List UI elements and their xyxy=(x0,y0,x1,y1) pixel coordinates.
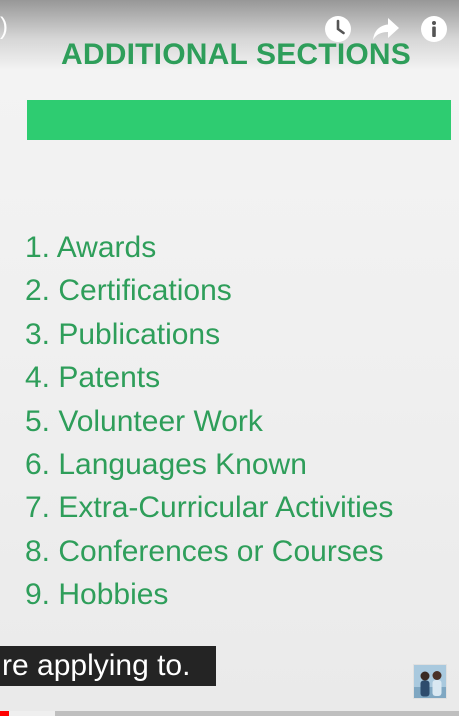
slide-title: ADDITIONAL SECTIONS xyxy=(61,38,411,71)
section-list-item: 5. Volunteer Work xyxy=(25,404,263,438)
section-list-item: 7. Extra-Curricular Activities xyxy=(25,491,394,525)
subtitle-caption: re applying to. xyxy=(0,646,216,686)
video-player[interactable]: ) ADDITIONAL SECTIONS 1. Awards 2. Certif… xyxy=(0,0,459,716)
additional-sections-list: 1. Awards 2. Certifications 3. Publication… xyxy=(25,226,393,617)
section-list-item: 1. Awards xyxy=(25,231,157,264)
progress-bar[interactable] xyxy=(0,711,459,716)
section-list-item: 3. Publications xyxy=(25,317,221,351)
section-list-item: 4. Patents xyxy=(25,361,161,395)
section-list-item: 9. Hobbies xyxy=(25,578,169,612)
section-list-item: 2. Certifications xyxy=(25,274,232,308)
title-accent-bar xyxy=(27,100,451,140)
progress-played xyxy=(0,711,10,716)
section-list-item: 6. Languages Known xyxy=(25,448,307,482)
channel-avatar[interactable] xyxy=(413,664,447,699)
section-list-item: 8. Conferences or Courses xyxy=(25,534,384,568)
